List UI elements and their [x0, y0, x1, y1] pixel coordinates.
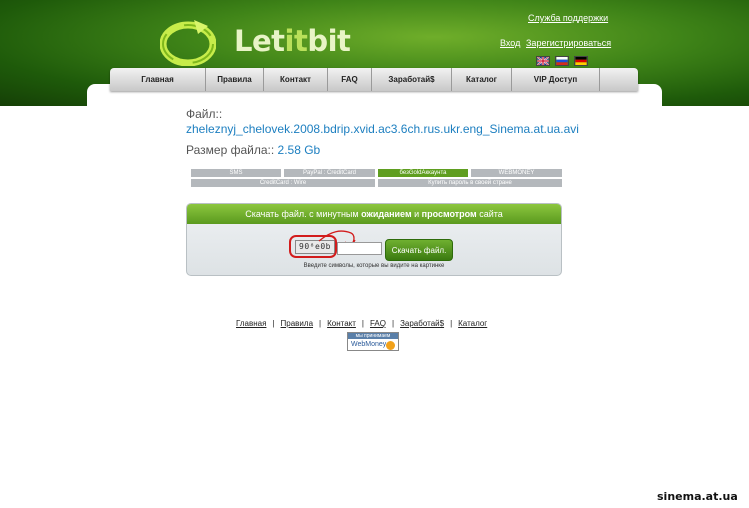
webmoney-icon: [386, 341, 395, 350]
de-flag-icon[interactable]: [574, 56, 588, 66]
tab-gold-free[interactable]: безGoldАккаунта: [378, 169, 468, 177]
footer-separator: |: [361, 319, 364, 328]
ru-flag-icon[interactable]: [555, 56, 569, 66]
download-box-header: Скачать файл. с минутным ожиданием и про…: [187, 204, 561, 224]
nav-item-earn[interactable]: Заработай$: [372, 68, 452, 91]
webmoney-badge[interactable]: мы принимаем WebMoney: [347, 332, 399, 351]
footer-separator: |: [392, 319, 395, 328]
download-box: Скачать файл. с минутным ожиданием и про…: [186, 203, 562, 276]
file-size-value: 2.58 Gb: [277, 143, 321, 157]
tab-webmoney[interactable]: WEBMONEY: [471, 169, 562, 177]
nav-item-catalog[interactable]: Каталог: [452, 68, 512, 91]
nav-item-home[interactable]: Главная: [110, 68, 206, 91]
footer-separator: |: [272, 319, 275, 328]
tab-sms[interactable]: SMS: [191, 169, 281, 177]
site-watermark: sinema.at.ua: [657, 490, 738, 503]
uk-flag-icon[interactable]: [536, 56, 550, 66]
tab-creditcard-wire[interactable]: CreditCard : Wire: [191, 179, 375, 187]
download-button[interactable]: Скачать файл.: [385, 239, 453, 261]
tab-buy-password[interactable]: Купить пароль в своей стране: [378, 179, 562, 187]
file-label: Файл::: [186, 107, 223, 121]
nav-item-faq[interactable]: FAQ: [328, 68, 372, 91]
footer-link-faq[interactable]: FAQ: [370, 319, 386, 328]
logo-text[interactable]: Letitbit: [234, 24, 351, 58]
nav-item-rules[interactable]: Правила: [206, 68, 264, 91]
footer-nav: Главная | Правила | Контакт | FAQ | Заработай$ | К…: [236, 319, 487, 328]
file-size-row: Размер файла:: 2.58 Gb: [186, 143, 320, 157]
file-size-label: Размер файла::: [186, 143, 275, 157]
footer-separator: |: [319, 319, 322, 328]
footer-separator: |: [450, 319, 453, 328]
logo-swirl-icon: [160, 20, 216, 66]
footer-link-rules[interactable]: Правила: [281, 319, 313, 328]
footer-link-home[interactable]: Главная: [236, 319, 266, 328]
register-link[interactable]: Зарегистрироваться: [526, 38, 611, 48]
support-link[interactable]: Служба поддержки: [528, 13, 608, 23]
nav-item-contact[interactable]: Контакт: [264, 68, 328, 91]
footer-link-earn[interactable]: Заработай$: [400, 319, 444, 328]
footer-link-catalog[interactable]: Каталог: [458, 319, 487, 328]
footer-link-contact[interactable]: Контакт: [327, 319, 356, 328]
captcha-input[interactable]: [337, 242, 382, 255]
captcha-hint: Введите символы, которые вы видите на ка…: [303, 263, 445, 269]
login-link[interactable]: Вход: [500, 38, 520, 48]
tab-paypal[interactable]: PayPal : CreditCard: [284, 169, 375, 177]
nav-item-vip[interactable]: VIP Доступ: [512, 68, 600, 91]
file-name: zheleznyj_chelovek.2008.bdrip.xvid.ac3.6…: [186, 122, 579, 136]
main-nav: Главная Правила Контакт FAQ Заработай$ К…: [110, 68, 638, 91]
